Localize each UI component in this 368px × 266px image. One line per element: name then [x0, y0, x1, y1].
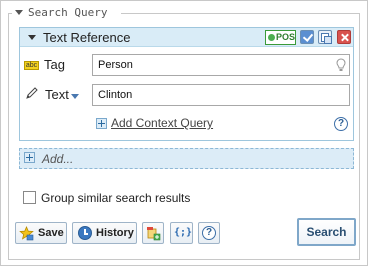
enable-query-checkbox-icon[interactable]	[300, 30, 314, 44]
add-context-plus-icon[interactable]	[96, 118, 107, 129]
help-button[interactable]: ?	[198, 222, 220, 244]
pen-icon	[26, 87, 38, 99]
add-query-row[interactable]: Add...	[19, 148, 354, 169]
tag-input[interactable]: Person	[92, 54, 350, 76]
panel-border-right	[359, 13, 360, 259]
text-input[interactable]: Clinton	[92, 84, 350, 106]
lightbulb-icon[interactable]	[336, 58, 346, 72]
text-label: Text	[45, 87, 69, 102]
collapse-query-icon[interactable]	[28, 35, 36, 40]
search-button[interactable]: Search	[297, 218, 356, 246]
pos-toggle-icon	[268, 34, 275, 41]
history-label: History	[96, 227, 134, 239]
add-label: Add...	[42, 152, 74, 166]
tag-label: Tag	[44, 57, 65, 72]
search-query-panel: Search Query Text Reference POS abc Tag …	[0, 0, 368, 266]
panel-legend-label: Search Query	[28, 6, 108, 19]
pos-toggle-button[interactable]: POS	[265, 30, 296, 45]
text-reference-query: Text Reference POS abc Tag Person Text C…	[19, 27, 354, 141]
panel-border-left	[8, 13, 9, 259]
add-plus-icon[interactable]	[24, 152, 35, 163]
help-icon: ?	[202, 226, 216, 240]
panel-border-bottom	[8, 259, 360, 260]
save-label: Save	[38, 227, 64, 239]
collapse-triangle-icon[interactable]	[15, 10, 23, 15]
json-braces-icon: {;}	[174, 227, 193, 238]
group-results-label[interactable]: Group similar search results	[41, 191, 190, 205]
add-query-button[interactable]	[142, 222, 164, 244]
query-header: Text Reference POS	[20, 28, 353, 47]
close-icon[interactable]	[337, 30, 351, 44]
group-results-checkbox[interactable]	[23, 191, 36, 204]
history-button[interactable]: History	[72, 222, 137, 244]
pos-label: POS	[276, 32, 296, 42]
copy-icon[interactable]	[318, 30, 332, 44]
text-type-dropdown-icon[interactable]	[71, 94, 79, 99]
save-button[interactable]: Save	[15, 222, 67, 244]
panel-legend[interactable]: Search Query	[15, 6, 107, 19]
json-view-button[interactable]: {;}	[170, 222, 193, 244]
add-context-query-link[interactable]: Add Context Query	[111, 116, 213, 130]
help-icon[interactable]: ?	[334, 117, 348, 131]
panel-border-top-right	[121, 13, 359, 14]
abc-icon: abc	[24, 61, 39, 70]
star-icon	[19, 226, 34, 241]
clock-icon	[78, 226, 92, 240]
query-title: Text Reference	[43, 30, 131, 45]
add-query-icon	[147, 227, 161, 241]
